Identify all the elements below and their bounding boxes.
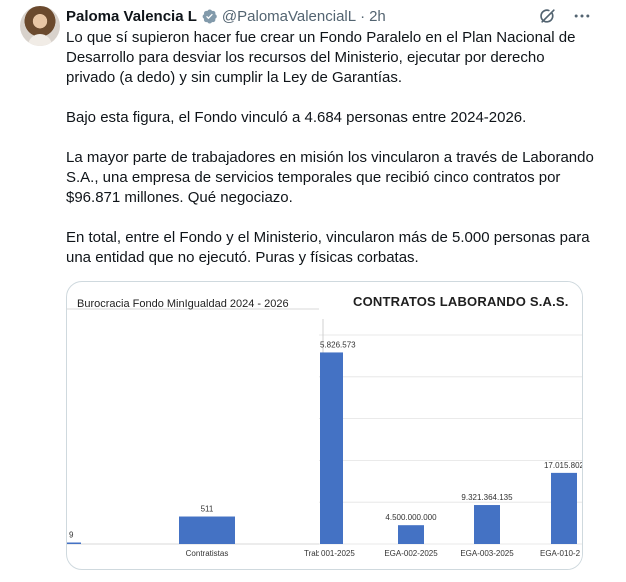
tweet[interactable]: Paloma Valencia L @PalomaValencialL · 2h…	[0, 0, 626, 582]
header-actions	[538, 6, 592, 26]
left-bar	[67, 542, 81, 544]
tweet-paragraph: Lo que sí supieron hacer fue crear un Fo…	[66, 29, 576, 86]
left-category-label: Contratistas	[186, 549, 229, 558]
avatar[interactable]	[20, 6, 60, 46]
right-bar	[398, 525, 424, 544]
tweet-paragraph: Bajo esta figura, el Fondo vinculó a 4.6…	[66, 109, 527, 126]
left-data-label: 511	[201, 505, 214, 514]
tweet-image[interactable]: 9narios511ContratistasTrab 5.826.573001-…	[66, 281, 583, 570]
timestamp[interactable]: 2h	[369, 8, 386, 25]
right-chart-title: CONTRATOS LABORANDO S.A.S.	[353, 294, 569, 309]
author-name[interactable]: Paloma Valencia L	[66, 8, 197, 25]
tweet-paragraph: La mayor parte de trabajadores en misión…	[66, 149, 594, 206]
separator-dot: ·	[360, 7, 366, 25]
tweet-header: Paloma Valencia L @PalomaValencialL · 2h	[66, 6, 386, 26]
right-data-label: 9.321.364.135	[461, 493, 513, 502]
charts-svg: 9narios511ContratistasTrab 5.826.573001-…	[67, 282, 583, 569]
right-category-label: EGA-002-2025	[384, 549, 438, 558]
left-chart: 9narios511ContratistasTrab	[67, 308, 321, 558]
author-handle[interactable]: @PalomaValencialL	[222, 8, 356, 25]
right-data-label: 4.500.000.000	[385, 513, 437, 522]
right-category-label: EGA-010-2	[540, 549, 581, 558]
right-chart-bg	[319, 282, 582, 569]
tweet-paragraph: En total, entre el Fondo y el Ministerio…	[66, 229, 590, 266]
left-category-label: Trab	[304, 549, 321, 558]
left-data-label: 9	[69, 531, 74, 540]
verified-badge-icon	[202, 9, 217, 23]
right-chart: 5.826.573 001-2025 4.500.000.000 EGA-002-20…	[319, 282, 583, 569]
right-data-label: 5.826.573	[320, 340, 356, 349]
tweet-text: Lo que sí supieron hacer fue crear un Fo…	[66, 28, 594, 288]
left-bar	[179, 516, 235, 544]
left-chart-title: Burocracia Fondo MinIgualdad 2024 - 2026	[77, 298, 289, 310]
grok-icon[interactable]	[538, 6, 558, 26]
right-category-label: EGA-003-2025	[460, 549, 514, 558]
right-bar	[320, 352, 343, 544]
right-bar	[474, 505, 500, 544]
more-dots-icon[interactable]	[572, 6, 592, 26]
right-category-label: 001-2025	[321, 549, 355, 558]
right-data-label: 17.015.802	[544, 461, 583, 470]
right-bar	[551, 472, 577, 544]
